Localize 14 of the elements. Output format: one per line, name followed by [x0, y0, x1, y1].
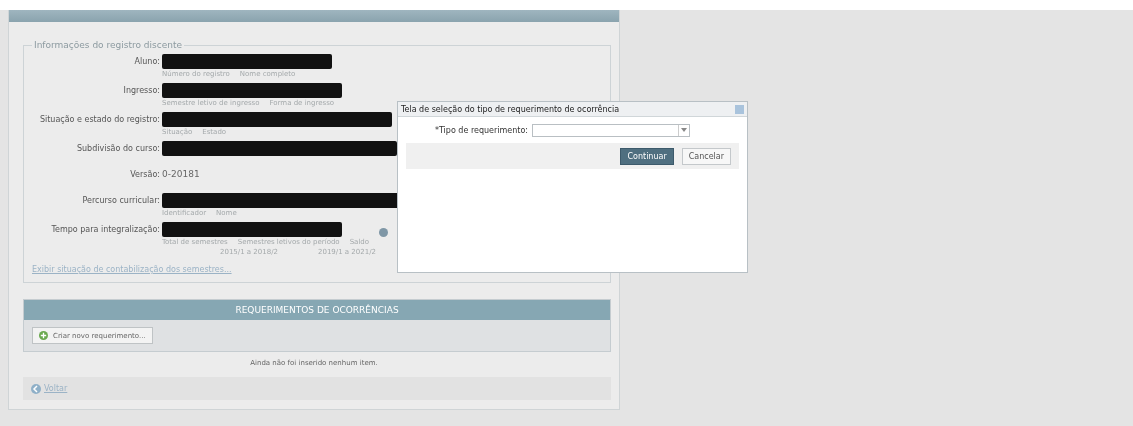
- section-title: REQUERIMENTOS DE OCORRÊNCIAS: [24, 300, 610, 320]
- field-label: Situação e estado do registro:: [38, 114, 161, 125]
- field-label: Tempo para integralização:: [50, 224, 161, 235]
- field-value: 0-20181: [162, 168, 201, 179]
- field-label: Percurso curricular:: [81, 195, 161, 206]
- field-label: Ingresso:: [122, 85, 161, 96]
- continue-button[interactable]: Continuar: [620, 147, 674, 165]
- fieldset-legend: Informações do registro discente: [32, 40, 184, 50]
- field-label: Aluno:: [133, 56, 161, 67]
- field-label: Subdivisão do curso:: [75, 143, 161, 154]
- field-label: *Tipo de requerimento:: [434, 125, 529, 135]
- dialog-title: Tela de seleção do tipo de requerimento de ocorrência: [401, 104, 620, 114]
- cancel-button[interactable]: Cancelar: [681, 147, 731, 165]
- field-label: Versão:: [129, 169, 161, 180]
